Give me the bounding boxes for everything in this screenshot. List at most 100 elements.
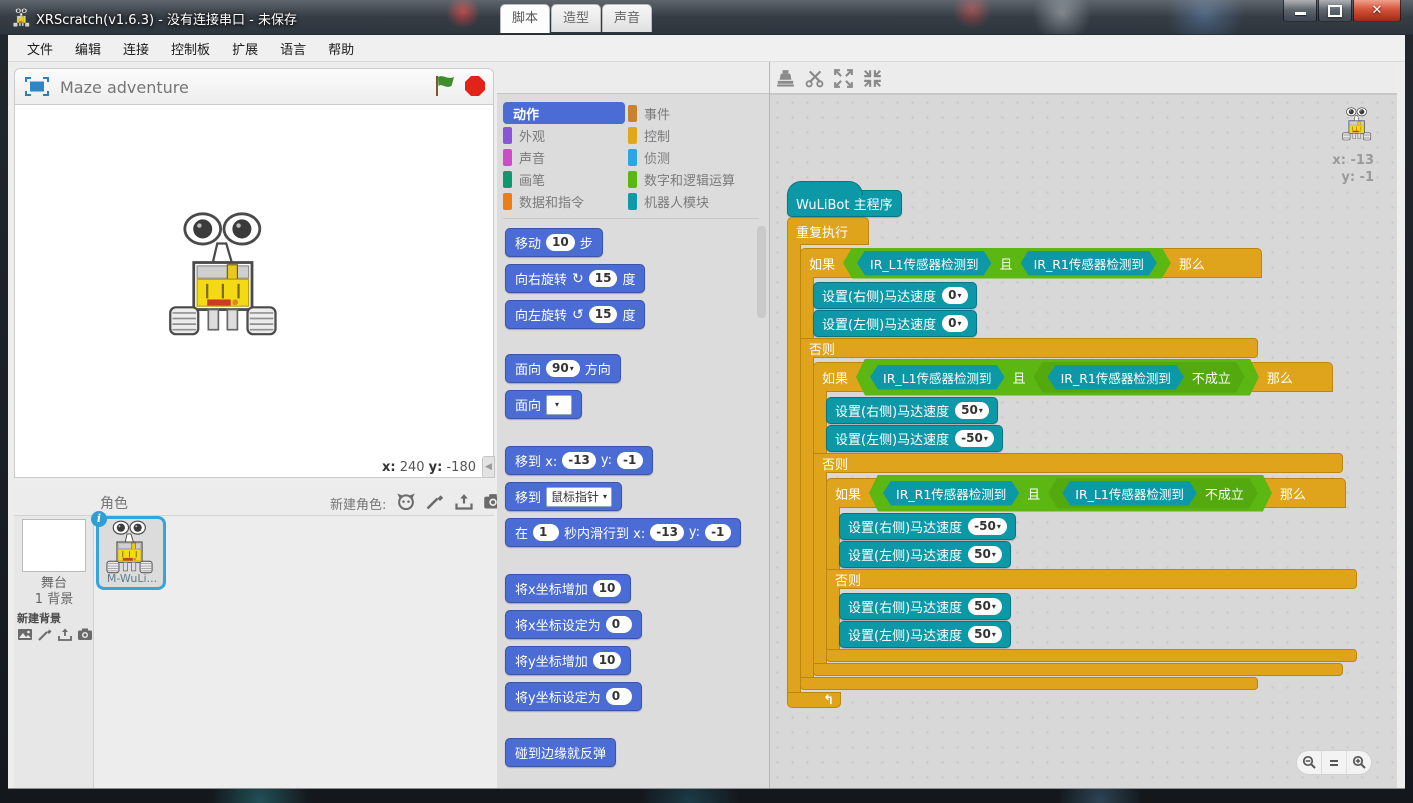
set-right-motor-block[interactable]: 设置(右侧)马达速度 50▾	[839, 593, 1011, 620]
palette-block-9[interactable]: 将x坐标增加10	[505, 574, 631, 603]
motor-speed-value[interactable]: 50	[961, 402, 978, 419]
category-6[interactable]: 事件	[628, 102, 750, 124]
palette-block-3[interactable]: 向左旋转↺15度	[505, 300, 645, 329]
palette-block-4[interactable]: 面向90▾方向	[505, 354, 621, 383]
zoom-out-button[interactable]	[1297, 751, 1321, 774]
motor-speed-value[interactable]: -50	[974, 518, 996, 535]
value-input[interactable]: 10	[593, 652, 622, 669]
palette-block-5[interactable]: 面向▾	[505, 390, 582, 419]
script-canvas[interactable]: x: -13 y: -1 WuLiBot 主程序 重复执行 ↰ 如果 IR_L1…	[770, 94, 1397, 788]
zoom-in-button[interactable]	[1346, 751, 1371, 774]
palette-scrollbar[interactable]	[757, 226, 766, 318]
set-left-motor-block[interactable]: 设置(左侧)马达速度 -50▾	[826, 425, 1003, 452]
maximize-button[interactable]	[1318, 0, 1352, 22]
category-10[interactable]: 机器人模块	[628, 190, 750, 212]
dropdown-select[interactable]: 鼠标指针▾	[546, 487, 612, 507]
motor-speed-value[interactable]: 50	[974, 626, 991, 643]
stop-icon[interactable]	[465, 76, 485, 96]
palette-block-10[interactable]: 将x坐标设定为0	[505, 610, 642, 639]
upload-icon[interactable]	[57, 626, 73, 642]
motor-speed-value[interactable]: 0	[948, 287, 956, 304]
menu-file[interactable]: 文件	[16, 35, 64, 62]
palette-block-13[interactable]: 碰到边缘就反弹	[505, 738, 616, 767]
palette-block-8[interactable]: 在1秒内滑行到 x:-13y:-1	[505, 518, 741, 547]
picture-icon[interactable]	[17, 626, 33, 642]
value-input[interactable]: 90▾	[546, 360, 580, 377]
value-input[interactable]: 10	[546, 234, 575, 251]
menu-edit[interactable]: 编辑	[64, 35, 112, 62]
set-right-motor-block[interactable]: 设置(右侧)马达速度 -50▾	[839, 513, 1016, 540]
value-input[interactable]: -1	[617, 452, 643, 469]
set-left-motor-block[interactable]: 设置(左侧)马达速度 0▾	[813, 310, 977, 337]
grow-icon[interactable]	[834, 69, 853, 88]
new-sprite-library-icon[interactable]	[396, 491, 416, 511]
sensor-boolean-r1[interactable]: IR_R1传感器检测到	[1048, 365, 1184, 390]
value-input[interactable]: 15	[589, 270, 618, 287]
value-input[interactable]: 0	[606, 688, 632, 705]
sensor-boolean-l1[interactable]: IR_L1传感器检测到	[1062, 481, 1197, 506]
stage-thumbnail[interactable]	[22, 519, 86, 572]
value-input[interactable]: -13	[650, 524, 684, 541]
set-right-motor-block[interactable]: 设置(右侧)马达速度 50▾	[826, 397, 998, 424]
sprite-thumbnail[interactable]	[106, 520, 154, 572]
if-block-3[interactable]: 如果 IR_R1传感器检测到 且 IR_L1传感器检测到 不成立 那么	[826, 478, 1346, 508]
and-boolean-1[interactable]: IR_L1传感器检测到 且 IR_R1传感器检测到	[843, 248, 1171, 279]
scissors-icon[interactable]	[805, 69, 824, 88]
palette-block-12[interactable]: 将y坐标设定为0	[505, 682, 642, 711]
category-3[interactable]: 声音	[503, 146, 625, 168]
paintbrush-icon[interactable]	[425, 491, 445, 511]
menu-extensions[interactable]: 扩展	[221, 35, 269, 62]
stage-sprite-wulibot[interactable]	[168, 211, 280, 333]
value-input[interactable]: 0	[606, 616, 632, 633]
if-block-2[interactable]: 如果 IR_L1传感器检测到 且 IR_R1传感器检测到 不成立 那么	[813, 362, 1333, 392]
if-block-1[interactable]: 如果 IR_L1传感器检测到 且 IR_R1传感器检测到 那么	[800, 248, 1262, 278]
zoom-reset-button[interactable]	[1321, 751, 1346, 774]
category-2[interactable]: 外观	[503, 124, 625, 146]
sensor-boolean-r1[interactable]: IR_R1传感器检测到	[883, 481, 1019, 506]
tab-costumes[interactable]: 造型	[551, 4, 601, 32]
palette-block-1[interactable]: 移动10步	[505, 228, 603, 257]
category-5[interactable]: 数据和指令	[503, 190, 625, 212]
palette-block-2[interactable]: 向右旋转↻15度	[505, 264, 645, 293]
category-9[interactable]: 数字和逻辑运算	[628, 168, 750, 190]
motor-speed-value[interactable]: 0	[948, 315, 956, 332]
palette-block-6[interactable]: 移到 x:-13y:-1	[505, 446, 653, 475]
fullscreen-icon[interactable]	[25, 77, 49, 96]
green-flag-icon[interactable]	[434, 75, 456, 97]
set-right-motor-block[interactable]: 设置(右侧)马达速度 0▾	[813, 282, 977, 309]
and-boolean-3[interactable]: IR_R1传感器检测到 且 IR_L1传感器检测到 不成立	[869, 475, 1272, 512]
category-7[interactable]: 控制	[628, 124, 750, 146]
shrink-icon[interactable]	[863, 69, 882, 88]
category-4[interactable]: 画笔	[503, 168, 625, 190]
dropdown-select[interactable]: ▾	[546, 395, 572, 415]
sensor-boolean-l1[interactable]: IR_L1传感器检测到	[857, 251, 992, 276]
sensor-boolean-l1[interactable]: IR_L1传感器检测到	[870, 365, 1005, 390]
set-left-motor-block[interactable]: 设置(左侧)马达速度 50▾	[839, 621, 1011, 648]
palette-block-11[interactable]: 将y坐标增加10	[505, 646, 631, 675]
sprite-info-badge[interactable]: i	[91, 511, 107, 527]
camera-icon[interactable]	[77, 626, 93, 642]
tab-sounds[interactable]: 声音	[602, 4, 652, 32]
category-1[interactable]: 动作	[503, 102, 625, 124]
value-input[interactable]: 10	[593, 580, 622, 597]
category-8[interactable]: 侦测	[628, 146, 750, 168]
paintbrush-icon[interactable]	[37, 626, 53, 642]
value-input[interactable]: -13	[562, 452, 596, 469]
motor-speed-value[interactable]: -50	[961, 430, 983, 447]
not-boolean[interactable]: IR_R1传感器检测到 不成立	[1034, 362, 1245, 393]
upload-icon[interactable]	[454, 491, 474, 511]
motor-speed-value[interactable]: 50	[974, 598, 991, 615]
and-boolean-2[interactable]: IR_L1传感器检测到 且 IR_R1传感器检测到 不成立	[856, 359, 1259, 396]
stamp-icon[interactable]	[776, 69, 795, 88]
menu-board[interactable]: 控制板	[160, 35, 221, 62]
not-boolean[interactable]: IR_L1传感器检测到 不成立	[1048, 478, 1258, 509]
menu-help[interactable]: 帮助	[317, 35, 365, 62]
set-left-motor-block[interactable]: 设置(左侧)马达速度 50▾	[839, 541, 1011, 568]
value-input[interactable]: 15	[589, 306, 618, 323]
close-button[interactable]: ✕	[1353, 0, 1401, 22]
panel-collapse-arrow[interactable]: ◀	[482, 456, 495, 478]
project-title[interactable]: Maze adventure	[60, 78, 189, 97]
menu-language[interactable]: 语言	[269, 35, 317, 62]
value-input[interactable]: 1	[533, 524, 559, 541]
tab-scripts[interactable]: 脚本	[500, 4, 550, 33]
